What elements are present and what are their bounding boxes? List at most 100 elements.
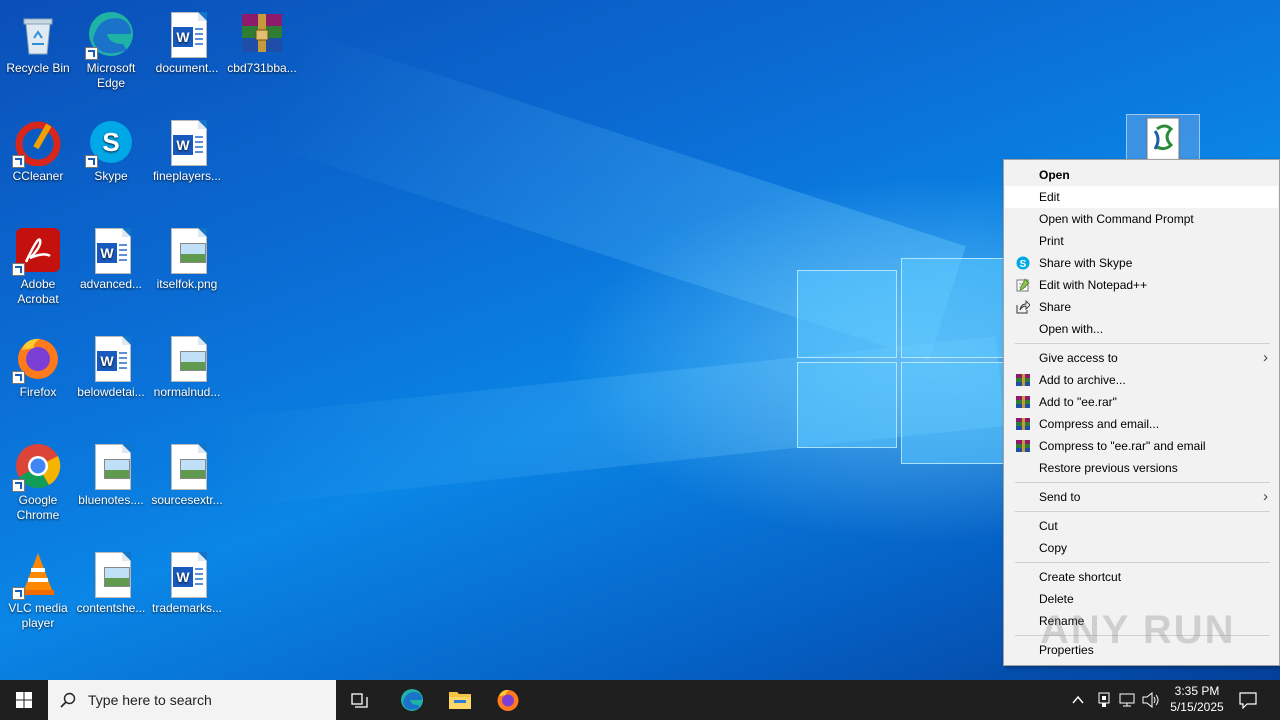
desktop-icon-label: document...	[155, 61, 219, 75]
image-file-icon	[87, 550, 135, 598]
tray-volume-icon[interactable]	[1141, 680, 1161, 720]
desktop-icon-google-chrome[interactable]: Google Chrome	[0, 436, 76, 523]
menu-item-compress-and-email[interactable]: Compress and email...	[1005, 413, 1278, 435]
menu-item-share-with-skype[interactable]: S Share with Skype	[1005, 252, 1278, 274]
taskbar-clock[interactable]: 3:35 PM 5/15/2025	[1165, 680, 1229, 720]
chevron-up-icon	[1072, 695, 1084, 704]
winrar-icon	[1016, 396, 1030, 408]
desktop-icon-word-document[interactable]: W advanced...	[73, 220, 149, 292]
image-file-icon	[163, 442, 211, 490]
menu-item-cut[interactable]: Cut	[1005, 515, 1278, 537]
desktop-icon-label: Adobe Acrobat	[17, 277, 59, 306]
desktop-icon-label: normalnud...	[153, 385, 221, 399]
menu-separator	[1015, 343, 1270, 344]
menu-item-give-access-to[interactable]: Give access to ›	[1005, 347, 1278, 369]
desktop-icon-image-file[interactable]: contentshe...	[73, 544, 149, 616]
acrobat-icon	[12, 226, 62, 276]
desktop-icon-ccleaner[interactable]: CCleaner	[0, 112, 76, 184]
desktop-icon-adobe-acrobat[interactable]: Adobe Acrobat	[0, 220, 76, 307]
shortcut-arrow-icon	[85, 47, 98, 60]
clock-date: 5/15/2025	[1170, 700, 1224, 714]
usb-device-icon	[1098, 692, 1110, 707]
desktop-icon-label: Microsoft Edge	[86, 61, 136, 90]
search-icon	[60, 692, 76, 708]
menu-item-share[interactable]: Share	[1005, 296, 1278, 318]
winrar-archive-icon	[238, 10, 286, 58]
image-file-icon	[163, 334, 211, 382]
start-button[interactable]	[0, 680, 48, 720]
menu-item-send-to[interactable]: Send to ›	[1005, 486, 1278, 508]
edge-icon	[401, 689, 423, 711]
desktop-icon-label: contentshe...	[76, 601, 146, 615]
tray-device-icon[interactable]	[1094, 680, 1114, 720]
desktop-icon-image-file[interactable]: bluenotes....	[73, 436, 149, 508]
tray-network-icon[interactable]	[1117, 680, 1137, 720]
menu-item-open-with[interactable]: Open with...	[1005, 318, 1278, 340]
selected-file-icon[interactable]	[1126, 114, 1200, 162]
menu-item-open-with-command-prompt[interactable]: Open with Command Prompt	[1005, 208, 1278, 230]
desktop-icon-image-file[interactable]: normalnud...	[149, 328, 225, 400]
task-view-button[interactable]	[340, 680, 380, 720]
taskbar-edge-button[interactable]	[392, 680, 432, 720]
menu-item-delete[interactable]: Delete	[1005, 588, 1278, 610]
desktop-icon-label: itselfok.png	[156, 277, 218, 291]
vlc-icon	[12, 550, 62, 600]
firefox-icon	[497, 689, 519, 711]
taskbar-file-explorer-button[interactable]	[440, 680, 480, 720]
search-placeholder: Type here to search	[88, 692, 212, 708]
word-document-icon: W	[163, 10, 211, 58]
speaker-icon	[1142, 692, 1159, 708]
show-hidden-icons-button[interactable]	[1068, 680, 1088, 720]
desktop-icon-word-document[interactable]: W belowdetai...	[73, 328, 149, 400]
desktop-icon-image-file[interactable]: sourcesextr...	[149, 436, 225, 508]
menu-item-open[interactable]: Open	[1005, 164, 1278, 186]
svg-text:S: S	[1020, 259, 1027, 270]
network-icon	[1119, 693, 1135, 707]
menu-item-edit-with-notepad-plus-plus[interactable]: Edit with Notepad++	[1005, 274, 1278, 296]
desktop-icon-image-file[interactable]: itselfok.png	[149, 220, 225, 292]
menu-separator	[1015, 482, 1270, 483]
wallpaper-logo-pane	[797, 270, 897, 358]
desktop-icon-word-document[interactable]: W fineplayers...	[149, 112, 225, 184]
context-menu: Open Edit Open with Command Prompt Print…	[1003, 159, 1280, 666]
desktop-icon-winrar-archive[interactable]: cbd731bba...	[224, 4, 300, 76]
notifications-button[interactable]	[1232, 680, 1264, 720]
desktop[interactable]: Recycle Bin CCleaner Adobe Acrobat Firef…	[0, 0, 1280, 680]
wallpaper-logo-pane	[797, 362, 897, 448]
menu-item-edit[interactable]: Edit	[1005, 186, 1278, 208]
taskbar-firefox-button[interactable]	[488, 680, 528, 720]
winrar-icon	[1016, 418, 1030, 430]
chrome-icon	[12, 442, 62, 492]
menu-item-create-shortcut[interactable]: Create shortcut	[1005, 566, 1278, 588]
desktop-icon-label: Google Chrome	[16, 493, 60, 522]
taskbar-search-box[interactable]: Type here to search	[48, 680, 336, 720]
menu-item-add-to-rar[interactable]: Add to "ee.rar"	[1005, 391, 1278, 413]
shortcut-arrow-icon	[12, 155, 25, 168]
menu-item-compress-to-rar-and-email[interactable]: Compress to "ee.rar" and email	[1005, 435, 1278, 457]
notepad-plus-plus-icon	[1016, 278, 1030, 292]
menu-item-restore-previous-versions[interactable]: Restore previous versions	[1005, 457, 1278, 479]
desktop-icon-word-document[interactable]: W document...	[149, 4, 225, 76]
desktop-icon-label: Recycle Bin	[6, 61, 70, 75]
word-document-icon: W	[163, 118, 211, 166]
word-document-icon: W	[163, 550, 211, 598]
svg-text:S: S	[102, 127, 119, 157]
chevron-right-icon: ›	[1263, 349, 1268, 366]
menu-item-print[interactable]: Print	[1005, 230, 1278, 252]
desktop-icon-skype[interactable]: S Skype	[73, 112, 149, 184]
word-document-icon: W	[87, 226, 135, 274]
desktop-icon-word-document[interactable]: W trademarks...	[149, 544, 225, 616]
shortcut-arrow-icon	[12, 371, 25, 384]
desktop-icon-recycle-bin[interactable]: Recycle Bin	[0, 4, 76, 76]
menu-item-copy[interactable]: Copy	[1005, 537, 1278, 559]
menu-item-add-to-archive[interactable]: Add to archive...	[1005, 369, 1278, 391]
skype-icon: S	[1016, 256, 1030, 270]
desktop-icon-vlc[interactable]: VLC media player	[0, 544, 76, 631]
shortcut-arrow-icon	[85, 155, 98, 168]
image-file-icon	[163, 226, 211, 274]
desktop-icon-microsoft-edge[interactable]: Microsoft Edge	[73, 4, 149, 91]
desktop-icon-firefox[interactable]: Firefox	[0, 328, 76, 400]
desktop-icon-label: advanced...	[79, 277, 143, 291]
shortcut-arrow-icon	[12, 587, 25, 600]
image-file-icon	[87, 442, 135, 490]
